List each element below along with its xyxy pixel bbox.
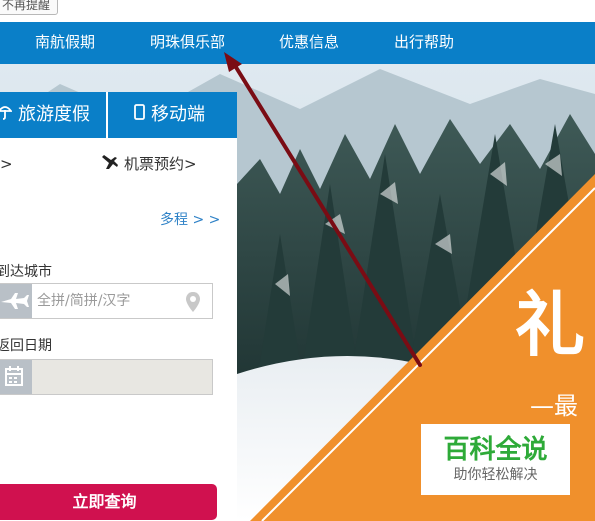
nav-item-promotions[interactable]: 优惠信息 (279, 22, 339, 64)
tab-divider (106, 92, 108, 138)
multi-trip-link[interactable]: 多程 > > (160, 209, 220, 229)
calendar-icon (0, 360, 32, 394)
nav-item-pearl-club[interactable]: 明珠俱乐部 (150, 22, 225, 64)
plane-icon (100, 154, 120, 176)
watermark-title: 百科全说 (443, 435, 548, 465)
arrival-city-label: 到达城市 (0, 264, 52, 280)
nav-item-travel-help[interactable]: 出行帮助 (394, 22, 454, 64)
nav-item-holidays[interactable]: 南航假期 (35, 22, 95, 64)
main-nav: 南航假期 明珠俱乐部 优惠信息 出行帮助 (0, 22, 595, 64)
tab-holidays-label: 旅游度假 (18, 104, 90, 125)
dont-remind-button[interactable]: 不再提醒 (0, 0, 58, 15)
ticket-booking-label: 机票预约> (124, 155, 197, 173)
tab-mobile[interactable]: 移动端 (134, 92, 205, 138)
watermark-subtitle: 助你轻松解决 (453, 467, 538, 483)
return-date-field[interactable] (0, 359, 213, 395)
arrival-city-field[interactable]: 全拼/简拼/汉字 (0, 283, 213, 319)
booking-panel: 旅游度假 移动端 > 机票预约> 多程 > > 到达城市 全拼/简拼/汉字 返回… (0, 92, 237, 521)
tab-holidays[interactable]: 旅游度假 (0, 92, 90, 138)
booking-tabs: 旅游度假 移动端 (0, 92, 237, 138)
arrival-city-placeholder: 全拼/简拼/汉字 (37, 293, 131, 309)
search-now-button[interactable]: 立即查询 (0, 484, 217, 520)
location-pin-icon (185, 291, 201, 317)
left-link-fragment[interactable]: > (0, 155, 13, 173)
airplane-icon (0, 284, 32, 318)
promo-headline: 礼 (515, 284, 585, 366)
return-date-label: 返回日期 (0, 338, 52, 354)
ticket-booking-link[interactable]: 机票预约> (100, 153, 197, 176)
watermark-badge: 百科全说 助你轻松解决 (421, 424, 570, 495)
tab-mobile-label: 移动端 (151, 104, 205, 125)
mobile-phone-icon (134, 92, 145, 138)
umbrella-icon (0, 92, 13, 138)
top-strip: 不再提醒 (0, 0, 595, 22)
promo-subline: —最 (530, 392, 578, 420)
